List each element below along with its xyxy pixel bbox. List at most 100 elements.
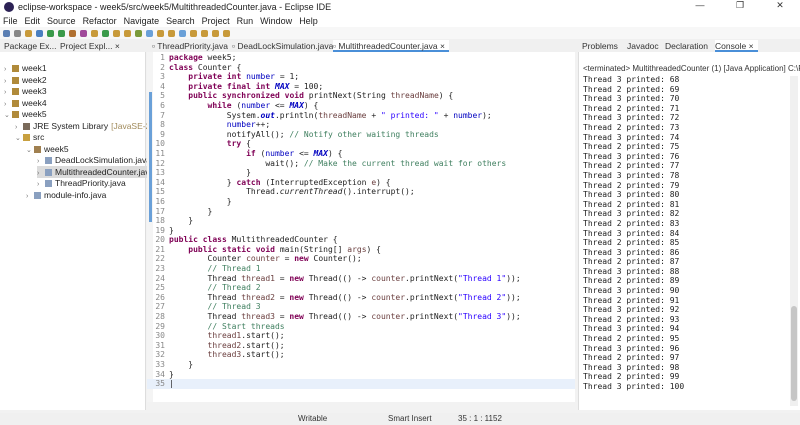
line-number: 34 bbox=[155, 369, 165, 379]
toolbar-icon[interactable] bbox=[212, 29, 219, 37]
close-icon[interactable]: × bbox=[115, 41, 120, 51]
tree-item-src[interactable]: ⌄ src bbox=[15, 131, 44, 143]
tree-item-week4[interactable]: › week4 bbox=[4, 97, 47, 109]
toolbar-icon[interactable] bbox=[168, 29, 175, 37]
toolbar-icon[interactable] bbox=[135, 29, 142, 37]
code-token: <= bbox=[270, 100, 290, 110]
line-number: 26 bbox=[155, 292, 165, 302]
line-number: 11 bbox=[155, 148, 165, 158]
menu-refactor[interactable]: Refactor bbox=[83, 16, 117, 26]
code-token: ) { bbox=[438, 91, 454, 101]
toolbar-icon[interactable] bbox=[201, 29, 208, 37]
menu-file[interactable]: File bbox=[3, 16, 18, 26]
tab-console[interactable]: Console × bbox=[715, 40, 758, 52]
tree-item-week5[interactable]: ⌄ week5 bbox=[26, 143, 69, 155]
code-token: Thread(() -> bbox=[303, 312, 372, 322]
console-line: Thread 2 printed: 89 bbox=[583, 276, 680, 286]
chevron-right-icon[interactable]: › bbox=[26, 191, 34, 203]
chevron-down-icon[interactable]: ⌄ bbox=[4, 110, 12, 122]
toolbar-icon[interactable] bbox=[223, 29, 230, 37]
minimize-button[interactable]: — bbox=[680, 0, 720, 11]
tab-multithreaded-counter[interactable]: ▫ MultithreadedCounter.java × bbox=[333, 40, 449, 52]
tree-item-module-info-java[interactable]: › module-info.java bbox=[26, 189, 106, 201]
toolbar-icon[interactable] bbox=[69, 29, 76, 37]
code-line: 16 } bbox=[147, 197, 575, 207]
tree-item-threadpriority-java[interactable]: › ThreadPriority.java bbox=[37, 177, 126, 189]
code-token: )); bbox=[506, 312, 521, 322]
tree-item-jre-system-library[interactable]: › JRE System Library [JavaSE-22] bbox=[15, 120, 157, 132]
toolbar-icon[interactable] bbox=[58, 29, 65, 37]
menu-help[interactable]: Help bbox=[299, 16, 318, 26]
tree-item-week2[interactable]: › week2 bbox=[4, 74, 47, 86]
code-token: new bbox=[294, 254, 309, 264]
tree-item-multithreadedcounter-java[interactable]: › MultithreadedCounter.java bbox=[37, 165, 158, 178]
chevron-down-icon[interactable]: ⌄ bbox=[26, 145, 34, 157]
menu-search[interactable]: Search bbox=[166, 16, 195, 26]
line-number: 6 bbox=[160, 100, 165, 110]
code-line: 33 } bbox=[147, 360, 575, 370]
line-number: 32 bbox=[155, 350, 165, 360]
toolbar-icon[interactable] bbox=[14, 29, 21, 37]
tab-thread-priority[interactable]: ▫ ThreadPriority.java bbox=[152, 40, 228, 52]
code-token: .start(); bbox=[241, 350, 285, 360]
toolbar-icon[interactable] bbox=[36, 29, 43, 37]
toolbar-icon[interactable] bbox=[124, 29, 131, 37]
tab-package-explorer[interactable]: Package Ex... bbox=[4, 40, 56, 52]
console-line: Thread 3 printed: 86 bbox=[583, 247, 680, 257]
status-bar: Writable Smart Insert 35 : 1 : 1152 bbox=[0, 413, 800, 425]
console-output[interactable]: Thread 3 printed: 68 Thread 2 printed: 69… bbox=[579, 75, 800, 392]
close-icon[interactable]: × bbox=[749, 41, 754, 51]
tab-project-explorer[interactable]: Project Expl... × bbox=[60, 40, 120, 52]
code-token: <= bbox=[294, 148, 314, 158]
toolbar-icon[interactable] bbox=[25, 29, 32, 37]
tab-deadlock-simulation[interactable]: ▫ DeadLockSimulation.java bbox=[232, 40, 333, 52]
menu-navigate[interactable]: Navigate bbox=[124, 16, 160, 26]
tab-problems[interactable]: Problems bbox=[582, 40, 618, 52]
code-token: private bbox=[188, 72, 222, 82]
chevron-down-icon[interactable]: ⌄ bbox=[15, 133, 23, 145]
close-button[interactable]: ✕ bbox=[760, 0, 800, 11]
tree-item-label: week5 bbox=[22, 109, 47, 119]
menu-source[interactable]: Source bbox=[47, 16, 76, 26]
code-token: + bbox=[438, 110, 454, 120]
toolbar-icon[interactable] bbox=[91, 29, 98, 37]
console-scrollbar[interactable] bbox=[790, 76, 798, 406]
console-line: Thread 2 printed: 79 bbox=[583, 180, 680, 190]
tree-item-deadlocksimulation-java[interactable]: › DeadLockSimulation.java bbox=[37, 154, 151, 166]
code-line: 5 public synchronized void printNext(Str… bbox=[147, 91, 575, 101]
console-line: Thread 2 printed: 87 bbox=[583, 257, 680, 267]
tree-item-week5[interactable]: ⌄ week5 bbox=[4, 108, 47, 120]
code-token: class bbox=[169, 62, 194, 72]
toolbar-icon[interactable] bbox=[113, 29, 120, 37]
toolbar-icon[interactable] bbox=[157, 29, 164, 37]
console-line: Thread 2 printed: 81 bbox=[583, 199, 680, 209]
menu-run[interactable]: Run bbox=[237, 16, 254, 26]
toolbar-icon[interactable] bbox=[3, 29, 10, 37]
code-lines[interactable]: 1 package week5; 2 class Counter {3 private… bbox=[147, 53, 575, 389]
code-token: counter bbox=[371, 312, 406, 322]
toolbar-icon[interactable] bbox=[179, 29, 186, 37]
menu-window[interactable]: Window bbox=[260, 16, 292, 26]
code-token: catch bbox=[236, 177, 261, 187]
toolbar-icon[interactable] bbox=[146, 29, 153, 37]
menu-edit[interactable]: Edit bbox=[25, 16, 41, 26]
toolbar-icon[interactable] bbox=[102, 29, 109, 37]
toolbar-icon[interactable] bbox=[47, 29, 54, 37]
code-token: // Notify other waiting threads bbox=[289, 129, 439, 139]
tab-declaration[interactable]: Declaration bbox=[665, 40, 708, 52]
code-editor[interactable]: 1 package week5; 2 class Counter {3 private… bbox=[147, 52, 575, 402]
code-token: printNext(String bbox=[303, 91, 391, 101]
code-token: counter bbox=[246, 254, 280, 264]
tree-item-week3[interactable]: › week3 bbox=[4, 85, 47, 97]
close-icon[interactable]: × bbox=[440, 41, 445, 51]
console-line: Thread 3 printed: 76 bbox=[583, 151, 680, 161]
toolbar-icon[interactable] bbox=[80, 29, 87, 37]
tab-javadoc[interactable]: Javadoc bbox=[627, 40, 659, 52]
scrollbar-thumb[interactable] bbox=[791, 306, 797, 401]
maximize-button[interactable]: ❐ bbox=[720, 0, 760, 11]
menu-project[interactable]: Project bbox=[202, 16, 230, 26]
toolbar-icon[interactable] bbox=[190, 29, 197, 37]
tree-item-week1[interactable]: › week1 bbox=[4, 62, 47, 74]
